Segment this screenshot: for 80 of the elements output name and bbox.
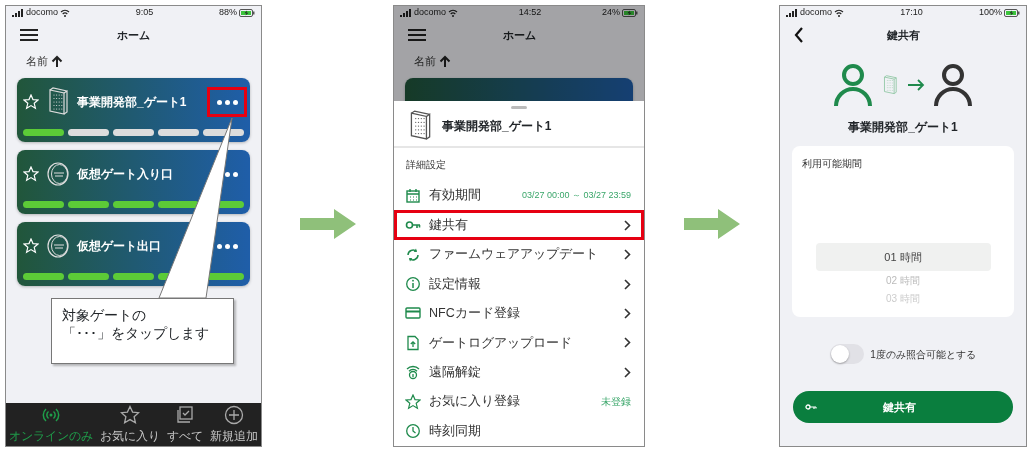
- carrier-name: docomo: [414, 6, 447, 20]
- callout-text: 対象ゲートの 「･･･」をタップします: [51, 298, 234, 364]
- person-icon: [833, 63, 873, 107]
- remote-icon: [405, 364, 421, 381]
- menu-item[interactable]: 遠隔解錠: [394, 357, 644, 388]
- up-arrow-icon[interactable]: [439, 54, 451, 68]
- star-icon[interactable]: [23, 94, 39, 110]
- toggle-switch[interactable]: [830, 344, 865, 364]
- gate-card[interactable]: 仮想ゲート入り口: [17, 150, 250, 214]
- status-time: 17:10: [900, 6, 923, 20]
- star-icon[interactable]: [23, 238, 39, 254]
- gate-card[interactable]: 事業開発部_ゲート1: [17, 78, 250, 142]
- tab-item[interactable]: すべて: [163, 403, 207, 446]
- sort-label[interactable]: 名前: [414, 52, 436, 70]
- tab-item[interactable]: オンラインのみ: [6, 403, 97, 446]
- gate-tag-icon: [45, 161, 71, 187]
- gate-name: 事業開発部_ゲート1: [442, 118, 552, 135]
- gate-tag-icon: [45, 233, 71, 259]
- info-icon: [405, 276, 421, 293]
- battery-icon: [239, 9, 255, 17]
- gate-name: 事業開発部_ゲート1: [77, 94, 188, 111]
- tab-item[interactable]: 新規追加: [206, 403, 261, 446]
- sync-icon: [405, 246, 421, 263]
- battery-percent: 24%: [601, 6, 620, 20]
- menu-item[interactable]: 設定情報: [394, 269, 644, 299]
- battery-icon: [1004, 9, 1020, 17]
- wifi-icon: [448, 9, 459, 17]
- battery-icon: [622, 9, 638, 17]
- gate-name: 仮想ゲート入り口: [77, 166, 174, 183]
- gate-panel-icon: [881, 74, 899, 96]
- checklist-icon: [174, 404, 195, 425]
- star-icon[interactable]: [23, 166, 39, 182]
- add-icon: [223, 404, 244, 425]
- menu-item[interactable]: 鍵共有: [394, 210, 644, 240]
- period-label: 利用可能期間: [802, 157, 863, 171]
- calendar-icon: [405, 187, 421, 204]
- status-time: 14:52: [518, 6, 542, 20]
- status-time: 9:05: [135, 6, 154, 20]
- menu-icon[interactable]: [408, 28, 426, 42]
- key-icon: [805, 403, 817, 411]
- right-arrow-icon: [684, 208, 740, 239]
- screen-title: ホーム: [117, 27, 150, 43]
- star-icon: [405, 393, 421, 410]
- wifi-icon: [60, 9, 71, 17]
- screen-title: ホーム: [502, 27, 536, 43]
- star-icon: [120, 404, 141, 425]
- signal-icon: [786, 9, 798, 17]
- gate-name: 仮想ゲート出口: [77, 238, 162, 255]
- up-arrow-icon[interactable]: [51, 54, 63, 68]
- battery-percent: 100%: [978, 6, 1002, 20]
- menu-item[interactable]: お気に入り登録 未登録: [394, 387, 644, 417]
- menu-item[interactable]: 時刻同期: [394, 416, 644, 446]
- carrier-name: docomo: [26, 6, 59, 20]
- toggle-label: 1度のみ照合可能とする: [870, 347, 976, 362]
- signal-icon: [12, 9, 24, 17]
- menu-item[interactable]: NFCカード登録: [394, 298, 644, 329]
- gate-name: 事業開発部_ゲート1: [847, 119, 959, 136]
- menu-item[interactable]: 有効期間 03/27 00:00 ～ 03/27 23:59: [394, 180, 644, 211]
- more-button[interactable]: [207, 87, 247, 117]
- battery-percent: 88%: [218, 6, 237, 20]
- carrier-name: docomo: [800, 6, 833, 20]
- tab-item[interactable]: お気に入り: [96, 403, 164, 446]
- card-icon: [405, 305, 421, 322]
- right-arrow-icon: [299, 208, 356, 239]
- share-key-button[interactable]: 鍵共有: [793, 391, 1013, 423]
- menu-item[interactable]: ゲートログアップロード: [394, 328, 644, 358]
- picker-option[interactable]: 01 時間: [815, 243, 991, 271]
- sort-label[interactable]: 名前: [26, 52, 48, 70]
- drag-handle[interactable]: [511, 106, 527, 109]
- clock-icon: [405, 423, 421, 440]
- menu-item[interactable]: ファームウェアアップデート: [394, 239, 644, 270]
- screen-title: 鍵共有: [886, 27, 920, 43]
- section-label: 詳細設定: [405, 158, 447, 172]
- menu-icon[interactable]: [20, 28, 38, 42]
- upload-icon: [405, 334, 421, 351]
- back-icon[interactable]: [794, 27, 804, 43]
- person-icon: [933, 63, 973, 107]
- wifi-icon: [834, 9, 845, 17]
- right-arrow-icon: [907, 79, 925, 91]
- signal-icon: [400, 9, 412, 17]
